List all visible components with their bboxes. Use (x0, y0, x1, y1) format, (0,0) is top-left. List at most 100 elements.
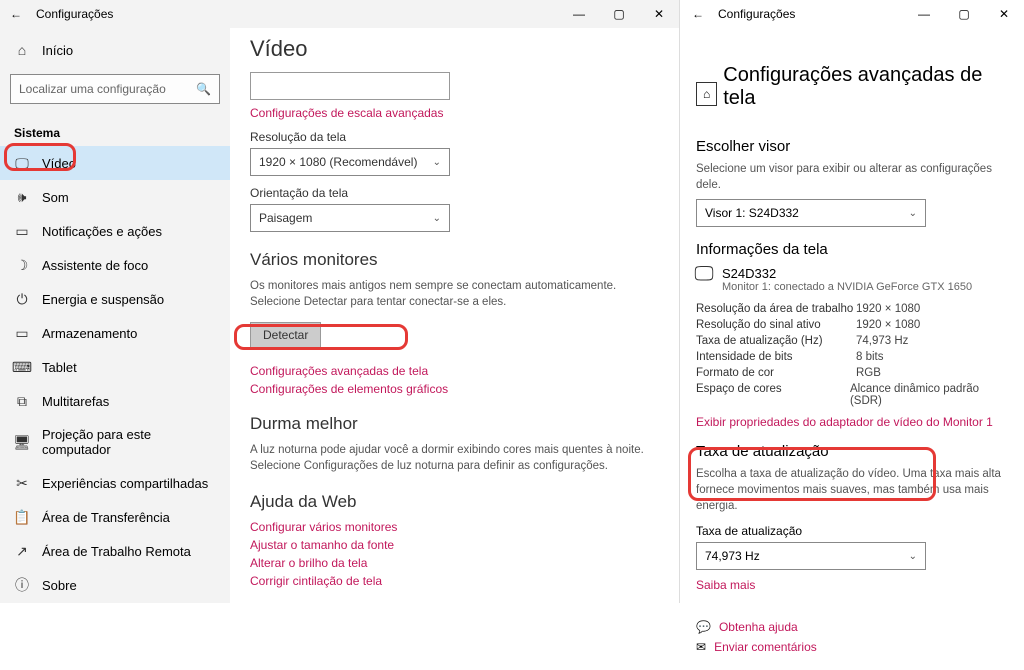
sidebar-item-label: Multitarefas (42, 394, 109, 409)
display-info-heading: Informações da tela (696, 241, 1008, 258)
monitor-icon: 🖵 (696, 266, 712, 282)
window-controls: — ▢ ✕ (559, 0, 679, 28)
clipboard-icon: 📋 (14, 509, 30, 525)
home-icon: ⌂ (14, 42, 30, 58)
sidebar-item-label: Notificações e ações (42, 224, 162, 239)
close-button[interactable]: ✕ (984, 0, 1024, 28)
info-key: Espaço de cores (696, 383, 850, 407)
storage-icon: ▭ (14, 325, 30, 341)
info-key: Resolução do sinal ativo (696, 319, 856, 331)
sidebar-item-focus[interactable]: ☽ Assistente de foco (0, 248, 230, 282)
info-value: 1920 × 1080 (856, 303, 920, 315)
help-icon: 💬 (696, 620, 711, 634)
about-icon: ⓘ (14, 577, 30, 593)
resolution-label: Resolução da tela (250, 130, 659, 144)
monitor-name: S24D332 (722, 266, 972, 281)
section-label: Sistema (0, 114, 230, 146)
scale-select[interactable] (250, 72, 450, 100)
info-value: 8 bits (856, 351, 884, 363)
sleep-heading: Durma melhor (250, 414, 659, 434)
sidebar-item-video[interactable]: 🖵 Vídeo (0, 146, 230, 180)
minimize-button[interactable]: — (559, 0, 599, 28)
choose-display-heading: Escolher visor (696, 138, 1008, 155)
orientation-label: Orientação da tela (250, 186, 659, 200)
info-value: 1920 × 1080 (856, 319, 920, 331)
resolution-value: 1920 × 1080 (Recomendável) (259, 155, 417, 169)
sidebar-item-clipboard[interactable]: 📋 Área de Transferência (0, 500, 230, 534)
info-value: 74,973 Hz (856, 335, 908, 347)
notifications-icon: ▭ (14, 223, 30, 239)
web-link[interactable]: Configurar vários monitores (250, 520, 659, 534)
sidebar-item-sound[interactable]: 🕪 Som (0, 180, 230, 214)
sleep-desc: A luz noturna pode ajudar você a dormir … (250, 442, 659, 474)
sidebar-item-multitask[interactable]: ⧉ Multitarefas (0, 384, 230, 418)
resolution-select[interactable]: 1920 × 1080 (Recomendável) ⌄ (250, 148, 450, 176)
sidebar-item-label: Sobre (42, 578, 77, 593)
chevron-down-icon: ⌄ (433, 157, 441, 168)
learn-more-link[interactable]: Saiba mais (696, 578, 1008, 592)
close-button[interactable]: ✕ (639, 0, 679, 28)
chevron-down-icon: ⌄ (433, 213, 441, 224)
sidebar: ⌂ Início Localizar uma configuração 🔍 Si… (0, 0, 230, 603)
advanced-display-link[interactable]: Configurações avançadas de tela (250, 364, 659, 378)
chevron-down-icon: ⌄ (909, 208, 917, 219)
sidebar-item-shared[interactable]: ✂ Experiências compartilhadas (0, 466, 230, 500)
display-icon: 🖵 (14, 155, 30, 171)
display-select[interactable]: Visor 1: S24D332 ⌄ (696, 199, 926, 227)
sidebar-item-label: Vídeo (42, 156, 76, 171)
info-key: Formato de cor (696, 367, 856, 379)
search-input[interactable]: Localizar uma configuração 🔍 (10, 74, 220, 104)
multi-monitors-heading: Vários monitores (250, 250, 659, 270)
monitor-sub: Monitor 1: conectado a NVIDIA GeForce GT… (722, 281, 972, 293)
web-link[interactable]: Alterar o brilho da tela (250, 556, 659, 570)
get-help-link[interactable]: 💬 Obtenha ajuda (696, 620, 1008, 634)
orientation-value: Paisagem (259, 211, 312, 225)
home-button[interactable]: ⌂ Início (0, 36, 230, 64)
feedback-icon: ✉ (696, 640, 706, 654)
sidebar-item-label: Área de Trabalho Remota (42, 544, 191, 559)
multi-monitors-desc: Os monitores mais antigos nem sempre se … (250, 278, 659, 310)
orientation-select[interactable]: Paisagem ⌄ (250, 204, 450, 232)
sidebar-item-power[interactable]: ⏻ Energia e suspensão (0, 282, 230, 316)
feedback-link[interactable]: ✉ Enviar comentários (696, 640, 1008, 654)
back-button[interactable]: ← (686, 7, 710, 21)
info-key: Intensidade de bits (696, 351, 856, 363)
page-title: Vídeo (250, 36, 659, 62)
maximize-button[interactable]: ▢ (944, 0, 984, 28)
sidebar-item-storage[interactable]: ▭ Armazenamento (0, 316, 230, 350)
sidebar-item-label: Projeção para este computador (42, 427, 216, 457)
main-content: Vídeo Configurações de escala avançadas … (230, 0, 679, 603)
chevron-down-icon: ⌄ (909, 551, 917, 562)
sidebar-item-about[interactable]: ⓘ Sobre (0, 568, 230, 602)
refresh-rate-heading: Taxa de atualização (696, 443, 1008, 460)
info-value: RGB (856, 367, 881, 379)
back-button[interactable]: ← (4, 7, 28, 21)
sound-icon: 🕪 (14, 189, 30, 205)
tablet-icon: ⌨ (14, 359, 30, 375)
sidebar-item-projection[interactable]: 🖥 Projeção para este computador (0, 418, 230, 466)
sidebar-item-tablet[interactable]: ⌨ Tablet (0, 350, 230, 384)
info-key: Resolução da área de trabalho (696, 303, 856, 315)
detect-button[interactable]: Detectar (250, 322, 321, 348)
maximize-button[interactable]: ▢ (599, 0, 639, 28)
display-value: Visor 1: S24D332 (705, 206, 799, 220)
adapter-properties-link[interactable]: Exibir propriedades do adaptador de víde… (696, 415, 1008, 429)
shared-icon: ✂ (14, 475, 30, 491)
refresh-rate-select[interactable]: 74,973 Hz ⌄ (696, 542, 926, 570)
home-button[interactable]: ⌂ (696, 82, 717, 106)
web-link[interactable]: Ajustar o tamanho da fonte (250, 538, 659, 552)
refresh-rate-label: Taxa de atualização (696, 524, 1008, 538)
graphics-link[interactable]: Configurações de elementos gráficos (250, 382, 659, 396)
sidebar-item-label: Energia e suspensão (42, 292, 164, 307)
power-icon: ⏻ (14, 291, 30, 307)
main-content: ⌂ Configurações avançadas de tela Escolh… (680, 28, 1024, 670)
multitask-icon: ⧉ (14, 393, 30, 409)
web-link[interactable]: Corrigir cintilação de tela (250, 574, 659, 588)
sidebar-item-label: Som (42, 190, 69, 205)
advanced-scale-link[interactable]: Configurações de escala avançadas (250, 106, 659, 120)
info-table: Resolução da área de trabalho1920 × 1080… (696, 301, 1008, 409)
search-placeholder: Localizar uma configuração (19, 82, 166, 96)
sidebar-item-notifications[interactable]: ▭ Notificações e ações (0, 214, 230, 248)
minimize-button[interactable]: — (904, 0, 944, 28)
sidebar-item-remote[interactable]: ↗ Área de Trabalho Remota (0, 534, 230, 568)
